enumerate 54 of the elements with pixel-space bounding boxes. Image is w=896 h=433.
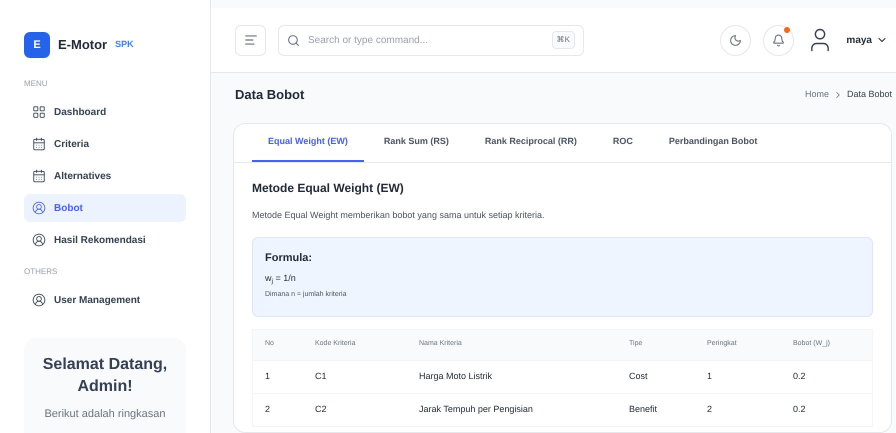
user-menu[interactable]: maya	[846, 32, 888, 48]
sidebar-item[interactable]: User Management	[24, 286, 186, 314]
table-cell-text: 2	[707, 402, 714, 416]
menu-icon	[244, 33, 258, 47]
method-description: Metode Equal Weight memberikan bobot yang sama untuk setiap kriteria.	[252, 209, 546, 222]
formula-text: w$_{j}$ = 1/n	[265, 272, 297, 286]
table-cell-text: 2	[265, 402, 272, 416]
table-cell-text: Jarak Tempuh per Pengisian	[419, 402, 534, 416]
bell-icon	[772, 34, 786, 46]
search-field[interactable]: Search or type command...	[308, 32, 544, 48]
table-cell-text: Harga Moto Listrik	[419, 370, 494, 383]
user-circle-icon	[32, 201, 46, 215]
welcome-text: Berikut adalah ringkasan	[44, 407, 166, 422]
sidebar-item[interactable]: Hasil Rekomendasi	[24, 226, 186, 254]
tab[interactable]: Rank Sum (RS)	[368, 124, 465, 162]
table-cell-text: C2	[315, 402, 328, 416]
tab[interactable]: Rank Reciprocal (RR)	[468, 124, 593, 162]
user-circle-icon	[32, 233, 46, 247]
sidebar-item[interactable]: Criteria	[24, 130, 186, 158]
search-bar[interactable]: Search or type command... ⌘K	[278, 24, 584, 56]
table-cell-text: Cost	[629, 370, 649, 383]
menu-button[interactable]	[235, 24, 266, 56]
moon-icon	[729, 34, 742, 46]
breadcrumb-link[interactable]: Home	[804, 88, 829, 102]
section-title: MENU	[24, 78, 49, 90]
notification-button[interactable]	[763, 24, 794, 56]
shortcut-hint: ⌘K	[552, 31, 575, 49]
table-cell-text: Benefit	[629, 402, 658, 416]
welcome-title: Selamat Datang, Admin!	[42, 355, 168, 397]
table-cell-text: 0.2	[793, 370, 807, 383]
table-cell-text: 1	[265, 370, 272, 383]
section-title: OTHERS	[24, 266, 58, 278]
tab[interactable]: Equal Weight (EW)	[252, 124, 364, 162]
sidebar-item[interactable]: Alternatives	[24, 162, 186, 190]
breadcrumb-current: Data Bobot	[846, 88, 892, 102]
tab[interactable]: ROC	[596, 124, 649, 162]
sidebar-item[interactable]: Dashboard	[24, 98, 186, 126]
table-cell-text: 1	[707, 370, 714, 383]
grid-icon	[32, 105, 46, 119]
calendar-icon	[32, 169, 46, 183]
search-icon	[287, 34, 300, 46]
table-cell-text: C1	[315, 370, 328, 383]
app-tag-text: SPK	[115, 38, 134, 52]
app-name: E-Motor	[58, 36, 108, 54]
logo-icon: E	[24, 32, 50, 58]
dark-mode-button[interactable]	[720, 24, 752, 56]
tab[interactable]: Perbandingan Bobot	[652, 124, 774, 162]
table-cell-text: 0.2	[793, 402, 807, 416]
calendar-icon	[32, 137, 46, 151]
page-title: Data Bobot	[235, 86, 304, 104]
user-circle-icon	[32, 293, 46, 307]
sidebar-item[interactable]: Bobot	[24, 194, 186, 222]
formula-title: Formula:	[265, 250, 314, 266]
method-title: Metode Equal Weight (EW)	[252, 180, 405, 197]
